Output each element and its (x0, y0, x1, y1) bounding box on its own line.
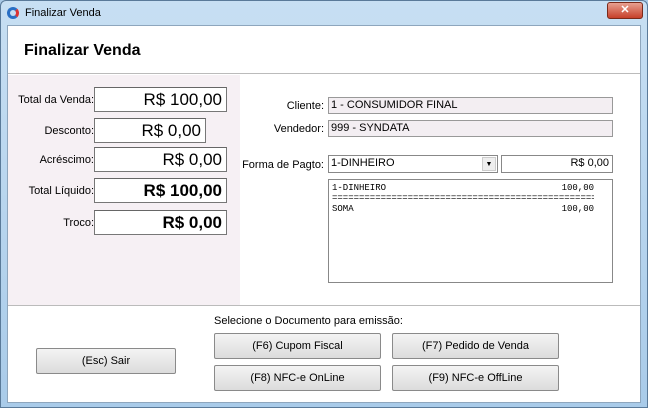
forma-pagto-select[interactable]: 1-DINHEIRO ▼ (328, 155, 498, 173)
total-venda-label: Total da Venda: (18, 94, 94, 106)
close-button[interactable]: ✕ (607, 2, 643, 19)
sair-button[interactable]: (Esc) Sair (36, 348, 176, 374)
window-title: Finalizar Venda (25, 7, 101, 19)
vendedor-field: 999 - SYNDATA (328, 120, 613, 137)
total-venda-field[interactable]: R$ 100,00 (94, 87, 227, 112)
document-label: Selecione o Documento para emissão: (214, 315, 403, 327)
pagto-valor-field[interactable]: R$ 0,00 (501, 155, 613, 173)
total-liquido-label: Total Líquido: (28, 185, 94, 197)
forma-pagto-value: 1-DINHEIRO (331, 157, 395, 169)
desconto-field[interactable]: R$ 0,00 (94, 118, 206, 143)
acrescimo-field[interactable]: R$ 0,00 (94, 147, 227, 172)
header: Finalizar Venda (8, 26, 640, 74)
chevron-down-icon[interactable]: ▼ (482, 157, 496, 171)
dialog-body: Finalizar Venda Total da Venda: R$ 100,00… (7, 25, 641, 403)
totals-panel: Total da Venda: R$ 100,00 Desconto: R$ 0,0… (8, 75, 240, 305)
app-icon (7, 7, 19, 19)
desconto-label: Desconto: (44, 125, 94, 137)
pedido-venda-button[interactable]: (F7) Pedido de Venda (392, 333, 559, 359)
memo-separator: ========================================… (332, 194, 594, 203)
memo-text: SOMA (332, 204, 354, 214)
nfce-offline-button[interactable]: (F9) NFC-e OffLine (392, 365, 559, 391)
troco-label: Troco: (63, 217, 94, 229)
cliente-label: Cliente: (286, 100, 324, 112)
vendedor-label: Vendedor: (273, 123, 324, 135)
cupom-fiscal-button[interactable]: (F6) Cupom Fiscal (214, 333, 381, 359)
page-title: Finalizar Venda (24, 42, 141, 59)
nfce-online-button[interactable]: (F8) NFC-e OnLine (214, 365, 381, 391)
forma-pagto-label: Forma de Pagto: (242, 159, 324, 171)
payment-summary-memo[interactable]: 1-DINHEIRO 100,00 =======================… (328, 179, 613, 283)
memo-amount: 100,00 (561, 204, 594, 214)
cliente-field: 1 - CONSUMIDOR FINAL (328, 97, 613, 114)
window: Finalizar Venda ✕ Finalizar Venda Total … (0, 0, 648, 408)
title-bar[interactable]: Finalizar Venda ✕ (1, 1, 647, 25)
memo-amount: 100,00 (561, 183, 594, 193)
acrescimo-label: Acréscimo: (39, 154, 94, 166)
memo-line: ========================================… (332, 194, 594, 203)
divider (8, 305, 640, 306)
memo-line: SOMA 100,00 (332, 203, 594, 215)
total-liquido-field: R$ 100,00 (94, 178, 227, 203)
memo-text: 1-DINHEIRO (332, 183, 387, 193)
troco-field: R$ 0,00 (94, 210, 227, 235)
memo-line: 1-DINHEIRO 100,00 (332, 182, 594, 194)
